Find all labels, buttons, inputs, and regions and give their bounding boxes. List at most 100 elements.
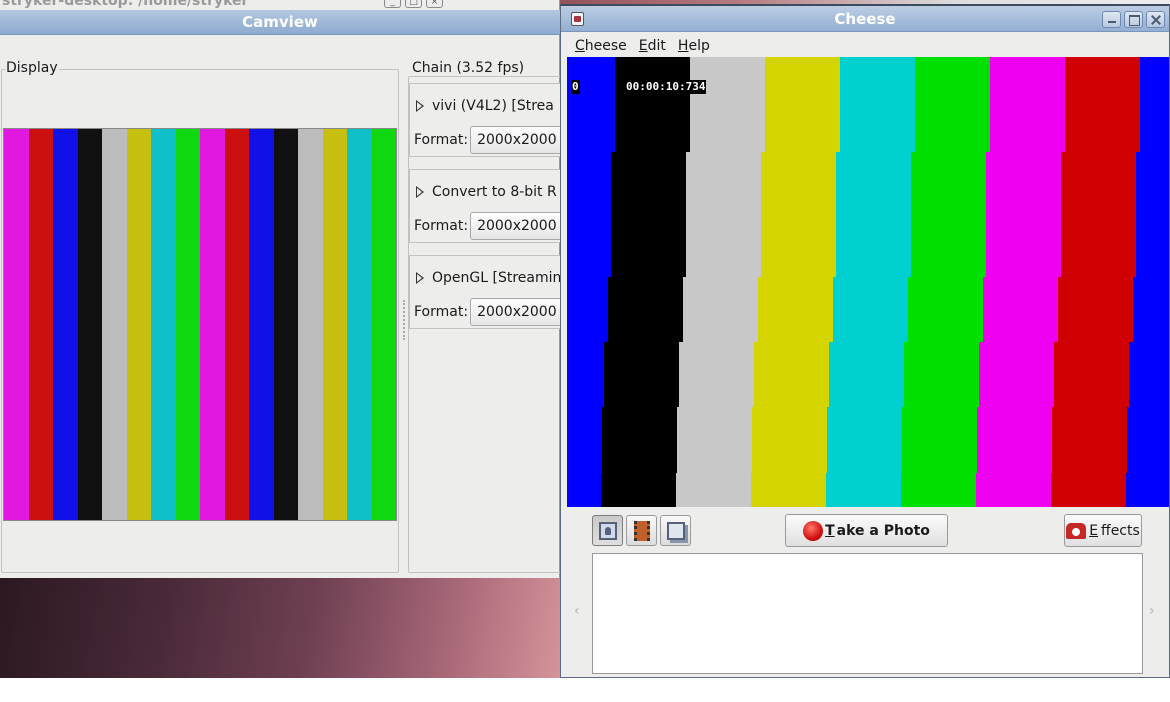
desktop-wallpaper: [0, 578, 560, 678]
film-icon: [633, 520, 650, 541]
test-pattern-bar: [908, 277, 983, 342]
test-pattern-bar: [102, 129, 127, 520]
test-pattern-bar: [1061, 152, 1136, 277]
test-pattern-bar: [567, 407, 602, 473]
test-pattern-bar: [601, 473, 676, 507]
test-pattern-bar: [224, 129, 249, 520]
test-pattern-bar: [1051, 473, 1126, 507]
test-pattern-bar: [4, 129, 29, 520]
expander-triangle-icon[interactable]: [416, 186, 424, 198]
chain-item: vivi (V4L2) [Strea Format: 2000x2000 Y: [409, 83, 571, 157]
chain-item-name: Convert to 8-bit R: [432, 184, 557, 200]
thumbnail-gallery[interactable]: [592, 553, 1143, 674]
photo-icon: [598, 521, 617, 540]
test-pattern-bar: [977, 407, 1052, 473]
test-pattern-bar: [902, 407, 977, 473]
cheese-window: Cheese Cheese Edit Help 0 00:00:10:734 T…: [560, 4, 1170, 678]
test-pattern-bar: [1052, 407, 1127, 473]
test-pattern-bar: [915, 57, 990, 152]
record-icon: [803, 520, 824, 541]
test-pattern-bar: [979, 342, 1054, 407]
test-pattern-bar: [567, 277, 608, 342]
format-label: Format:: [414, 132, 469, 148]
test-pattern-bar: [1136, 152, 1169, 277]
test-pattern-bar: [1058, 277, 1133, 342]
test-pattern-bar: [976, 473, 1051, 507]
test-pattern-bar: [752, 407, 827, 473]
test-pattern-bar: [840, 57, 915, 152]
test-pattern-bar: [833, 277, 908, 342]
test-pattern-bar: [151, 129, 176, 520]
video-mode-button[interactable]: [626, 515, 657, 546]
window-title: Cheese: [834, 10, 896, 28]
format-combo[interactable]: 2000x2000 I: [470, 298, 571, 326]
format-combo[interactable]: 2000x2000 I: [470, 212, 571, 240]
background-window-title[interactable]: stryker-desktop: /home/stryker: [0, 0, 450, 8]
take-photo-button[interactable]: Take a Photo: [785, 514, 948, 547]
test-pattern-bar: [761, 152, 836, 277]
close-icon[interactable]: ×: [426, 0, 443, 8]
mode-toggle-group: [592, 515, 691, 546]
format-label: Format:: [414, 304, 469, 320]
chain-item-name: vivi (V4L2) [Strea: [432, 98, 554, 114]
test-pattern-bar: [298, 129, 323, 520]
maximize-icon[interactable]: [1124, 11, 1143, 28]
chain-item-expander[interactable]: vivi (V4L2) [Strea: [416, 98, 554, 114]
menu-edit[interactable]: Edit: [639, 38, 672, 54]
test-pattern-bar: [126, 129, 151, 520]
menu-cheese[interactable]: Cheese: [575, 38, 633, 54]
chain-item: OpenGL [Streamin Format: 2000x2000 I: [409, 255, 571, 329]
test-pattern-bar: [175, 129, 200, 520]
test-pattern-bar: [911, 152, 986, 277]
thumbnails-scroll-left-icon[interactable]: ‹: [574, 603, 580, 619]
menu-help[interactable]: Help: [678, 38, 716, 54]
test-pattern-bar: [758, 277, 833, 342]
chain-item-expander[interactable]: Convert to 8-bit R: [416, 184, 557, 200]
thumbnails-scroll-right-icon[interactable]: ›: [1149, 603, 1155, 619]
display-frame-label: Display: [5, 60, 59, 76]
test-pattern-bar: [683, 277, 758, 342]
test-pattern-bar: [1140, 57, 1169, 152]
osd-timestamp: 00:00:10:734: [625, 80, 707, 94]
photo-mode-button[interactable]: [592, 515, 623, 546]
chain-item-expander[interactable]: OpenGL [Streamin: [416, 270, 561, 286]
test-pattern-bar: [1133, 277, 1169, 342]
test-pattern-bar: [200, 129, 225, 520]
effects-icon: [1066, 522, 1087, 539]
test-pattern-bar: [1127, 407, 1169, 473]
expander-triangle-icon[interactable]: [416, 100, 424, 112]
webcam-viewport: 0 00:00:10:734: [567, 57, 1169, 507]
cheese-titlebar[interactable]: Cheese: [561, 6, 1169, 32]
test-pattern-bar: [836, 152, 911, 277]
test-pattern-bar: [567, 473, 601, 507]
chain-item-name: OpenGL [Streamin: [432, 270, 562, 286]
test-pattern-bar: [686, 152, 761, 277]
format-combo[interactable]: 2000x2000 Y: [470, 126, 571, 154]
chain-frame-label: Chain (3.52 fps): [411, 60, 526, 76]
chain-item: Convert to 8-bit R Format: 2000x2000 I: [409, 169, 571, 243]
close-icon[interactable]: [1146, 11, 1165, 28]
background-window-controls: _ □ ×: [384, 0, 443, 8]
test-pattern-bar: [901, 473, 976, 507]
test-pattern-bar: [1054, 342, 1129, 407]
burst-mode-button[interactable]: [660, 515, 691, 546]
maximize-icon[interactable]: □: [405, 0, 422, 8]
camview-titlebar[interactable]: Camview: [0, 10, 560, 35]
test-pattern-bar: [1065, 57, 1140, 152]
test-pattern-bar: [765, 57, 840, 152]
test-pattern-bar: [273, 129, 298, 520]
test-pattern-bar: [677, 407, 752, 473]
test-pattern-bar: [615, 57, 690, 152]
display-preview: [3, 128, 397, 521]
minimize-icon[interactable]: _: [384, 0, 401, 8]
expander-triangle-icon[interactable]: [416, 272, 424, 284]
effects-button[interactable]: Effects: [1064, 514, 1142, 547]
window-controls: [1102, 11, 1165, 28]
test-pattern-bar: [371, 129, 396, 520]
test-pattern-bar: [1129, 342, 1169, 407]
minimize-icon[interactable]: [1102, 11, 1121, 28]
camview-window: stryker-desktop: /home/stryker _ □ × Cam…: [0, 0, 571, 578]
format-label: Format:: [414, 218, 469, 234]
pane-resize-handle[interactable]: [403, 300, 405, 340]
test-pattern-bar: [567, 342, 604, 407]
